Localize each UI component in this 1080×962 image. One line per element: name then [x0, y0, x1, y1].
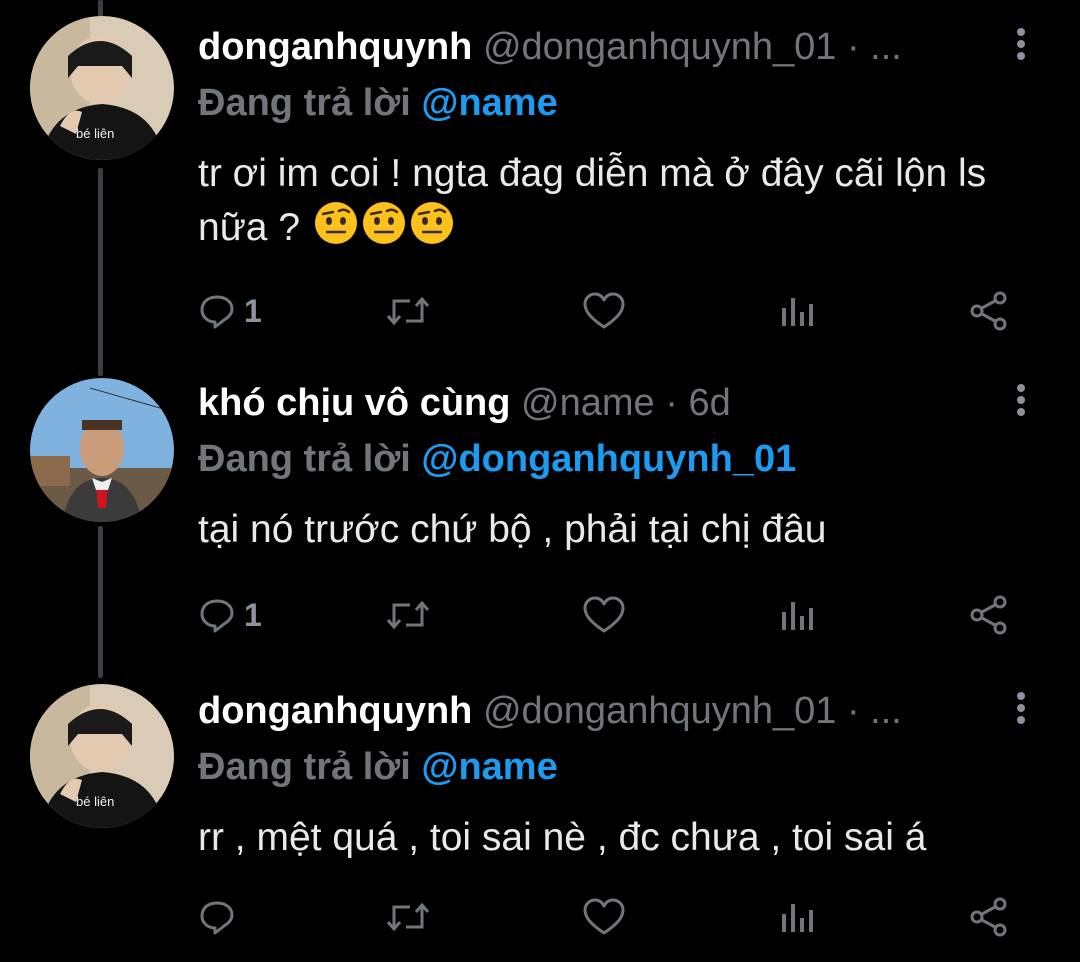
- analytics-icon: [782, 602, 813, 630]
- replying-to-mention[interactable]: @name: [421, 82, 557, 124]
- replying-to-label: Đang trả lời: [198, 746, 422, 788]
- like-icon: [583, 596, 625, 633]
- more-icon[interactable]: [1006, 28, 1036, 68]
- replying-to-label: Đang trả lời: [198, 82, 422, 124]
- reply-count: 1: [244, 292, 262, 329]
- replying-to-mention[interactable]: @name: [421, 746, 557, 788]
- like-icon: [583, 292, 625, 329]
- replying-to-label: Đang trả lời: [198, 438, 422, 480]
- tweet-meta: · ...: [846, 26, 902, 68]
- tweet-actions: [198, 892, 1028, 942]
- tweet-text: rr , mệt quá , toi sai nè , đc chưa , to…: [198, 812, 1038, 864]
- tweet-2[interactable]: khó chịu vô cùng @name · 6d Đang trả lời…: [0, 356, 1080, 656]
- share-button[interactable]: [968, 590, 1010, 640]
- tweet-body: tại nó trước chứ bộ , phải tại chị đâu: [198, 508, 827, 551]
- tweet-1[interactable]: bé liên donganhquynh @donganhquynh_01 · …: [0, 0, 1080, 345]
- tweet-header: donganhquynh @donganhquynh_01 · ...: [198, 686, 902, 736]
- display-name[interactable]: khó chịu vô cùng: [198, 382, 510, 424]
- reply-button[interactable]: [198, 892, 244, 942]
- more-icon[interactable]: [1006, 692, 1036, 732]
- tweet-body: rr , mệt quá , toi sai nè , đc chưa , to…: [198, 816, 927, 859]
- more-icon[interactable]: [1006, 384, 1036, 424]
- retweet-icon: [386, 296, 430, 326]
- user-handle[interactable]: @donganhquynh_01: [483, 26, 836, 68]
- share-icon: [970, 595, 1007, 635]
- tweet-meta: · ...: [846, 690, 902, 732]
- like-icon: [583, 898, 625, 935]
- share-button[interactable]: [968, 892, 1010, 942]
- replying-to: Đang trả lời @name: [198, 742, 558, 792]
- reply-icon: [200, 901, 234, 935]
- avatar-donganhquynh[interactable]: bé liên: [30, 684, 174, 828]
- reply-icon: [200, 599, 234, 633]
- avatar-name[interactable]: [30, 378, 174, 522]
- tweet-text: tr ơi im coi ! ngta đag diễn mà ở đây cã…: [198, 148, 1038, 254]
- like-button[interactable]: [582, 286, 626, 336]
- replying-to: Đang trả lời @name: [198, 78, 558, 128]
- tweet-meta: · 6d: [665, 382, 731, 424]
- user-handle[interactable]: @donganhquynh_01: [483, 690, 836, 732]
- analytics-button[interactable]: [778, 286, 816, 336]
- analytics-icon: [782, 298, 813, 326]
- like-button[interactable]: [582, 590, 626, 640]
- avatar-shirt-text: bé liên: [76, 126, 114, 141]
- analytics-button[interactable]: [778, 590, 816, 640]
- tweet-text: tại nó trước chứ bộ , phải tại chị đâu: [198, 504, 1038, 556]
- like-button[interactable]: [582, 892, 626, 942]
- retweet-icon: [386, 600, 430, 630]
- retweet-button[interactable]: [386, 892, 430, 942]
- share-icon: [970, 291, 1007, 331]
- analytics-icon: [782, 904, 813, 932]
- reply-count: 1: [244, 596, 262, 633]
- analytics-button[interactable]: [778, 892, 816, 942]
- share-icon: [970, 897, 1007, 937]
- display-name[interactable]: donganhquynh: [198, 690, 472, 732]
- replying-to: Đang trả lời @donganhquynh_01: [198, 434, 796, 484]
- raised-eyebrow-emoji: [362, 202, 405, 244]
- user-handle[interactable]: @name: [521, 382, 655, 424]
- reply-icon: [200, 295, 234, 329]
- tweet-header: donganhquynh @donganhquynh_01 · ...: [198, 22, 902, 72]
- avatar-shirt-text: bé liên: [76, 794, 114, 809]
- tweet-3[interactable]: bé liên donganhquynh @donganhquynh_01 · …: [0, 664, 1080, 962]
- retweet-icon: [386, 902, 430, 932]
- tweet-actions: 1: [198, 286, 1028, 336]
- raised-eyebrow-emoji: [314, 202, 357, 244]
- reply-button[interactable]: 1: [198, 286, 262, 336]
- tweet-actions: 1: [198, 590, 1028, 640]
- share-button[interactable]: [968, 286, 1010, 336]
- display-name[interactable]: donganhquynh: [198, 26, 472, 68]
- raised-eyebrow-emoji: [410, 202, 453, 244]
- tweet-header: khó chịu vô cùng @name · 6d: [198, 378, 731, 428]
- retweet-button[interactable]: [386, 286, 430, 336]
- reply-button[interactable]: 1: [198, 590, 262, 640]
- avatar-donganhquynh[interactable]: bé liên: [30, 16, 174, 160]
- replying-to-mention[interactable]: @donganhquynh_01: [421, 438, 796, 480]
- retweet-button[interactable]: [386, 590, 430, 640]
